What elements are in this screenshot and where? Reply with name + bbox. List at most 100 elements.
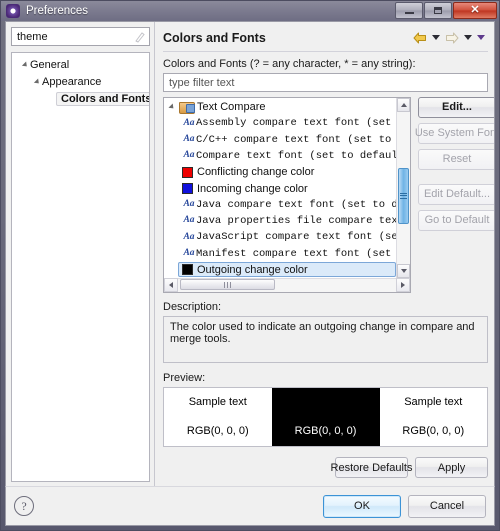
dialog-body: General Appearance Colors and Fonts Colo… [5,21,495,486]
window-controls: ✕ [395,2,497,19]
sidebar-item-appearance[interactable]: Appearance [12,73,149,90]
page-title: Colors and Fonts [163,30,266,45]
sidebar-filter-input[interactable] [12,28,149,45]
list-item-label: Assembly compare text font (set to ... [196,117,396,130]
ok-button[interactable]: OK [323,494,401,518]
apply-button[interactable]: Apply [415,457,488,478]
cancel-button[interactable]: Cancel [408,494,486,518]
font-icon: Aa [183,150,195,161]
list-side-buttons: Edit... Use System Font Reset Edit Defau… [415,96,494,293]
page-filter-input[interactable]: type filter text [163,73,488,92]
arrow-down-icon [400,268,407,273]
font-icon: Aa [183,199,195,210]
page-nav-icons [412,30,488,46]
preview-sample-text: Sample text [272,388,380,417]
list-item-text-compare[interactable]: Text Compare [164,99,396,115]
sidebar-item-label: General [30,58,70,71]
maximize-icon [425,3,451,18]
preferences-sidebar: General Appearance Colors and Fonts [6,22,154,486]
dialog-content: General Appearance Colors and Fonts Colo… [6,22,494,486]
list-item-incoming-change-color[interactable]: Incoming change color [164,180,396,196]
preview-column-right: Sample text RGB(0, 0, 0) [380,388,488,446]
footer-buttons: OK Cancel [323,494,486,518]
list-item-label: Text Compare [197,101,266,114]
list-item[interactable]: Aa Compare text font (set to default... [164,148,396,164]
list-item[interactable]: Aa Manifest compare text font (set t... [164,246,396,262]
minimize-icon [396,3,422,18]
list-item-label: C/C++ compare text font (set to d... [196,133,396,146]
title-bar: Preferences ✕ [1,1,499,21]
horizontal-scrollbar-track[interactable] [178,278,396,292]
colors-fonts-list[interactable]: Text Compare Aa Assembly compare text fo… [163,96,411,293]
page-action-buttons: Restore Defaults Apply [163,447,488,482]
description-text: The color used to indicate an outgoing c… [170,320,475,345]
description-box: The color used to indicate an outgoing c… [163,315,488,363]
font-icon: Aa [183,117,195,128]
scroll-up-button[interactable] [397,97,410,112]
page-filter-label: Colors and Fonts (? = any character, * =… [163,58,416,71]
horizontal-scrollbar-thumb[interactable] [180,279,275,291]
font-icon: Aa [183,247,195,258]
expand-arrow-icon[interactable] [168,103,176,111]
expand-arrow-icon[interactable] [18,60,30,69]
preferences-icon [6,4,20,18]
list-horizontal-scrollbar[interactable] [164,277,410,292]
preview-rgb-value: RGB(0, 0, 0) [186,425,249,438]
preview-sample-text: Sample text [188,396,247,409]
preview-sample-text: Sample text [404,396,463,409]
preferences-tree[interactable]: General Appearance Colors and Fonts [11,52,150,482]
preview-column-middle: Sample text RGB(0, 0, 0) [271,387,380,446]
sidebar-item-colors-and-fonts[interactable]: Colors and Fonts [12,90,149,107]
arrow-left-icon [169,282,173,289]
list-item[interactable]: Aa C/C++ compare text font (set to d... [164,132,396,148]
scroll-right-button[interactable] [396,278,410,292]
font-icon: Aa [183,215,195,226]
window-title: Preferences [26,5,89,17]
list-item[interactable]: Aa JavaScript compare text font (set... [164,229,396,245]
preference-page: Colors and Fonts Colors and Fonts (? = a… [154,22,494,486]
scrollbar-grip-icon [223,279,232,291]
list-item[interactable]: Aa Java compare text font (set to de... [164,197,396,213]
help-glyph: ? [21,498,27,513]
sidebar-item-label: Colors and Fonts [56,91,149,106]
forward-arrow-icon[interactable] [444,30,460,46]
close-button[interactable]: ✕ [453,2,497,19]
use-system-font-button[interactable]: Use System Font [415,122,494,144]
edit-default-button[interactable]: Edit Default... [418,183,494,205]
sidebar-item-label: Appearance [42,75,102,88]
minimize-button[interactable] [395,2,423,19]
vertical-scrollbar-thumb[interactable] [398,167,409,224]
scroll-left-button[interactable] [164,278,178,292]
list-item-label: JavaScript compare text font (set... [196,231,396,244]
back-arrow-icon[interactable] [412,30,428,46]
help-icon[interactable]: ? [14,496,34,516]
list-item-label: Compare text font (set to default... [196,149,396,162]
sidebar-filter-box[interactable] [11,27,150,46]
restore-defaults-button[interactable]: Restore Defaults [331,457,412,478]
list-item[interactable]: Aa Assembly compare text font (set to ..… [164,115,396,131]
clear-icon[interactable] [134,31,146,43]
preview-rgb-value: RGB(0, 0, 0) [294,425,357,438]
view-menu-icon[interactable] [476,30,486,46]
expand-arrow-icon[interactable] [30,77,42,86]
maximize-button[interactable] [424,2,452,19]
forward-menu-chevron-down-icon[interactable] [463,30,473,46]
list-items: Text Compare Aa Assembly compare text fo… [164,99,396,277]
scroll-down-button[interactable] [397,263,410,278]
reset-button[interactable]: Reset [418,148,494,170]
list-item[interactable]: Aa Java properties file compare text... [164,213,396,229]
back-menu-chevron-down-icon[interactable] [431,30,441,46]
list-item-conflicting-change-color[interactable]: Conflicting change color [164,164,396,180]
list-item-outgoing-change-color[interactable]: Outgoing change color [178,261,396,277]
colors-fonts-row: Text Compare Aa Assembly compare text fo… [163,96,494,293]
list-item-label: Manifest compare text font (set t... [196,247,396,260]
font-icon: Aa [183,133,195,144]
preview-rgb-value: RGB(0, 0, 0) [402,425,465,438]
color-swatch-icon [182,264,193,276]
sidebar-item-general[interactable]: General [12,56,149,73]
list-vertical-scrollbar[interactable] [396,97,410,278]
color-swatch-icon [182,166,193,178]
edit-button[interactable]: Edit... [418,96,494,118]
list-item-label: Outgoing change color [197,263,308,276]
go-to-default-button[interactable]: Go to Default [418,209,494,231]
